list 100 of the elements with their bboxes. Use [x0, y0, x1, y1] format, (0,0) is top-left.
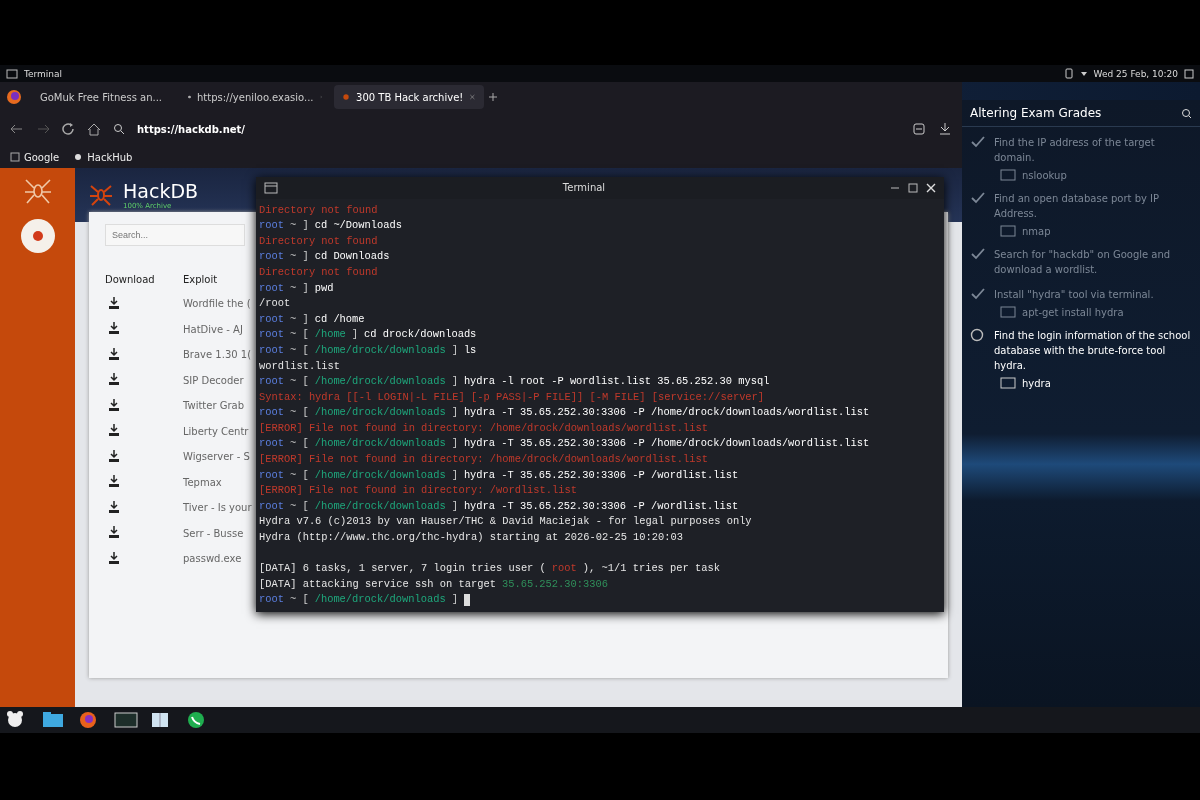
prompt-symbol: ~ [ [289, 592, 309, 608]
task-text: Search for "hackdb" on Google and download a wordlist. [994, 248, 1172, 277]
output-text: Hydra (http://www.thc.org/thc-hydra) starting at 2026-02-25 10:20:03 [259, 530, 683, 546]
spider-icon[interactable] [22, 176, 53, 206]
table-cell-text: SIP Decoder [183, 373, 245, 388]
bookmark-icon [10, 152, 20, 162]
error-text: Directory not found [259, 233, 378, 249]
command-text: hydra -T 35.65.252.30:3306 -P /home/drock/downloads/wordlist.list [463, 436, 870, 452]
prompt-path: /home [314, 327, 346, 343]
command-text: cd drock/downloads [364, 327, 477, 343]
download-icon[interactable] [107, 397, 121, 412]
task-text: Find the login information of the school database with the brute-force tool hydra. [994, 329, 1192, 373]
folder-icon[interactable] [42, 710, 66, 730]
command-text: pwd [314, 280, 334, 296]
plus-icon[interactable] [488, 92, 498, 102]
browser-tab[interactable]: 300 TB Hack archive! [334, 85, 484, 109]
prompt-path: /home/drock/downloads [314, 592, 446, 608]
home-icon[interactable] [87, 122, 101, 136]
prompt-user: root [259, 311, 284, 327]
prompt-user: root [259, 467, 284, 483]
error-text: Directory not found [259, 202, 378, 218]
address-bar[interactable]: https://hackdb.net/ [137, 123, 245, 135]
prompt-symbol: ~ [ [289, 436, 309, 452]
back-icon[interactable] [10, 123, 24, 135]
download-icon[interactable] [107, 550, 121, 565]
monitor-icon [1000, 306, 1016, 318]
tray-icon[interactable] [1184, 68, 1194, 79]
search-field[interactable]: Search... [105, 224, 245, 246]
site-name: HackDB [123, 180, 199, 202]
output-text: [DATA] 6 tasks, 1 server, 7 login tries user ( [259, 561, 546, 577]
prompt-user: root [259, 249, 284, 265]
reload-icon[interactable] [62, 122, 75, 136]
task-hint: nmap [1022, 225, 1051, 237]
active-app-title: Terminal [24, 68, 63, 79]
prompt-user: root [259, 592, 284, 608]
output-text: wordlist.list [259, 358, 341, 374]
prompt-user: root [259, 218, 284, 234]
task-hint: hydra [1022, 377, 1051, 389]
panel-title: Altering Exam Grades [970, 106, 1102, 120]
error-text: Syntax: hydra [[-l LOGIN|-L FILE] [-p PASS|-P FILE]] [-M FILE] [service://server] [259, 389, 765, 405]
window-title: Terminal [561, 182, 607, 194]
prompt-symbol: ~ ] [289, 218, 309, 234]
download-icon[interactable] [107, 448, 121, 463]
prompt-symbol: ] [451, 374, 458, 390]
prompt-symbol: ~ ] [289, 249, 309, 265]
prompt-symbol: ~ ] [289, 280, 309, 296]
download-icon[interactable] [107, 499, 121, 514]
prompt-symbol: ] [451, 498, 458, 514]
bookmark[interactable]: Google [10, 151, 60, 163]
download-icon[interactable] [107, 474, 121, 489]
clock[interactable]: Wed 25 Feb, 10:20 [1093, 68, 1178, 79]
prompt-path: /home/drock/downloads [314, 467, 446, 483]
command-text: hydra -T 35.65.252.30:3306 -P /wordlist.list [463, 467, 739, 483]
task-text: Find the IP address of the target domain. [994, 136, 1156, 165]
pocket-icon[interactable] [912, 122, 926, 136]
download-icon[interactable] [107, 525, 121, 540]
output-text: ), ~1/1 tries per task [582, 561, 720, 577]
table-cell-text: HatDive - AJ [183, 322, 244, 337]
prompt-user: root [259, 327, 284, 343]
terminal-icon [264, 181, 278, 194]
prompt-symbol: ] [451, 436, 458, 452]
disc-icon[interactable] [19, 218, 56, 254]
download-icon[interactable] [107, 423, 121, 438]
prompt-user: root [259, 280, 284, 296]
table-cell-text: Twitter Grab [183, 399, 246, 414]
prompt-symbol: ~ [ [289, 327, 309, 343]
command-text: hydra -T 35.65.252.30:3306 -P /wordlist.list [463, 498, 739, 514]
column-header: Exploit [183, 273, 219, 287]
monitor-icon [1000, 169, 1016, 181]
error-text: [ERROR] File not found in directory: /home/drock/downloads/wordlist.list [259, 420, 708, 436]
browser-logo-icon[interactable] [6, 89, 22, 105]
browser-tab[interactable]: https://yeniloo.exasio... [180, 85, 330, 109]
prompt-user: root [259, 342, 284, 358]
phone-icon[interactable] [1063, 68, 1074, 79]
command-text: cd /home [314, 311, 365, 327]
prompt-user: root [259, 498, 284, 514]
window-icon [6, 68, 18, 79]
monitor-icon [1000, 377, 1016, 389]
browser-tab[interactable]: GoMuk Free Fitness an... [26, 85, 176, 109]
prompt-symbol: ~ [ [289, 405, 309, 421]
download-icon[interactable] [938, 122, 952, 136]
table-cell-text: Serr - Busse [183, 526, 245, 541]
error-text: Directory not found [259, 264, 378, 280]
table-cell-text: Tiver - Is your [183, 501, 253, 516]
error-text: [ERROR] File not found in directory: /home/drock/downloads/wordlist.list [259, 452, 708, 468]
download-icon[interactable] [107, 346, 121, 361]
maximize-icon[interactable] [908, 182, 918, 193]
prompt-symbol: ~ [ [289, 498, 309, 514]
download-icon[interactable] [107, 372, 121, 387]
bookmark-icon [73, 152, 84, 162]
terminal-icon[interactable] [114, 710, 138, 730]
bookmark[interactable]: HackHub [73, 151, 133, 163]
prompt-path: /home/drock/downloads [314, 405, 446, 421]
column-header: Download [105, 268, 183, 291]
download-icon[interactable] [107, 321, 121, 336]
table-cell-text: Brave 1.30 1( [183, 348, 253, 363]
prompt-symbol: ~ [ [289, 342, 309, 358]
download-icon[interactable] [107, 295, 121, 310]
table-cell-text: Liberty Centr [183, 424, 250, 439]
output-text: Hydra v7.6 (c)2013 by van Hauser/THC & David Maciejak - for legal purposes only [259, 514, 752, 530]
